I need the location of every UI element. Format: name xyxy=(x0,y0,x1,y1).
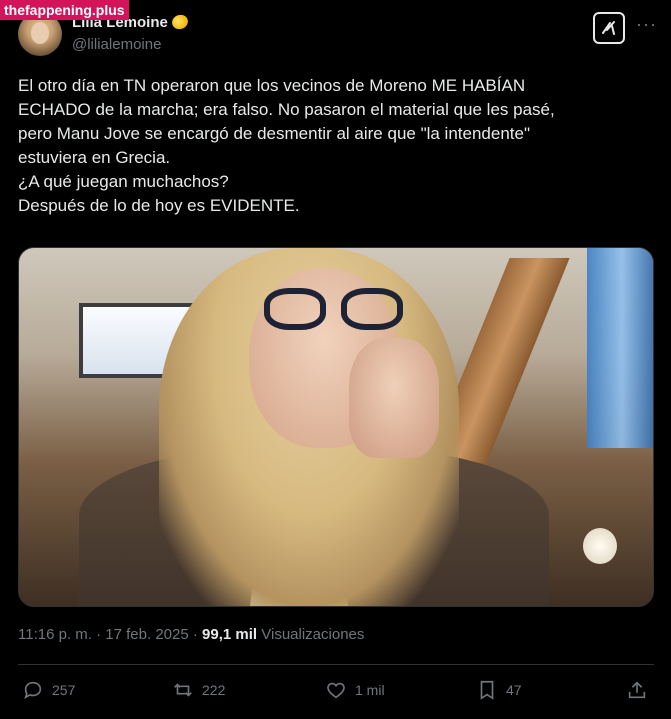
bookmark-button[interactable]: 47 xyxy=(476,679,522,701)
grok-icon xyxy=(602,21,615,35)
repost-count: 222 xyxy=(202,682,226,698)
meta-separator: · xyxy=(91,626,106,643)
views-label: Visualizaciones xyxy=(257,626,365,643)
tweet-line: Después de lo de hoy es EVIDENTE. xyxy=(18,196,300,215)
repost-button[interactable]: 222 xyxy=(172,679,225,701)
divider xyxy=(18,664,654,665)
like-count: 1 mil xyxy=(355,682,385,698)
glasses xyxy=(264,288,326,330)
tweet-photo[interactable] xyxy=(18,247,654,607)
share-button[interactable] xyxy=(626,679,648,701)
repost-icon xyxy=(174,683,192,697)
watermark: thefappening.plus xyxy=(0,0,129,20)
tweet-date[interactable]: 17 feb. 2025 xyxy=(105,626,188,643)
tweet-line: ¿A qué juegan muchachos? xyxy=(18,172,229,191)
tweet-time[interactable]: 11:16 p. m. xyxy=(18,626,92,643)
like-button[interactable]: 1 mil xyxy=(325,679,385,701)
more-button[interactable]: ··· xyxy=(636,14,657,35)
action-bar: 257 222 1 mil 47 xyxy=(18,675,654,709)
tweet-line: estuviera en Grecia. xyxy=(18,148,171,167)
hand xyxy=(349,338,439,458)
tweet-meta: 11:16 p. m. · 17 feb. 2025 · 99,1 mil Vi… xyxy=(18,626,364,643)
grok-button[interactable] xyxy=(593,12,625,44)
tweet-text: El otro día en TN operaron que los vecin… xyxy=(18,74,654,218)
share-icon xyxy=(628,681,646,699)
heart-icon xyxy=(327,682,345,699)
reply-count: 257 xyxy=(52,682,76,698)
bookmark-icon xyxy=(480,680,494,700)
reply-button[interactable]: 257 xyxy=(22,679,75,701)
lamp xyxy=(583,528,617,564)
tweet-line: El otro día en TN operaron que los vecin… xyxy=(18,76,526,95)
handle[interactable]: @lilialemoine xyxy=(72,36,188,53)
lemon-icon xyxy=(169,12,190,32)
more-icon: ··· xyxy=(636,14,657,34)
water-bottle xyxy=(587,248,653,448)
reply-icon xyxy=(24,681,42,700)
glasses xyxy=(341,288,403,330)
views-count: 99,1 mil xyxy=(202,626,258,643)
meta-separator: · xyxy=(188,626,203,643)
bookmark-count: 47 xyxy=(506,682,522,698)
tweet-line: pero Manu Jove se encargó de desmentir a… xyxy=(18,124,531,143)
tweet-line: ECHADO de la marcha; era falso. No pasar… xyxy=(18,100,555,119)
